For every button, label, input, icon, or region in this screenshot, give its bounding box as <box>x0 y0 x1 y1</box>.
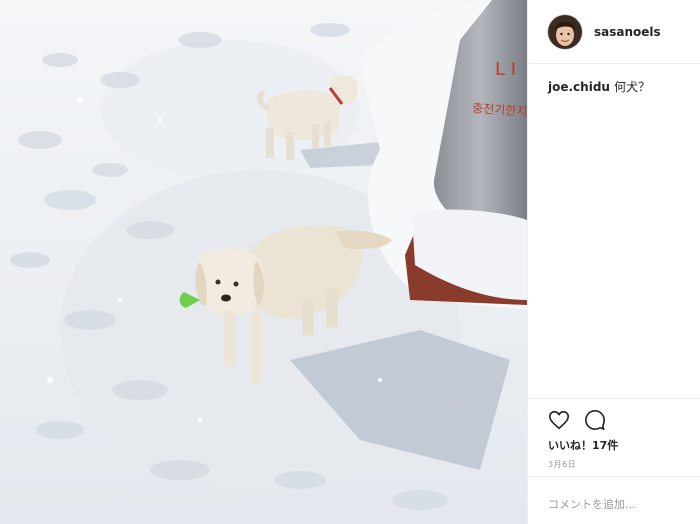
post-photo[interactable]: L I 충전기한지 <box>0 0 527 524</box>
snow-scene-image: L I 충전기한지 <box>0 0 527 524</box>
post-header: sasanoels <box>528 0 700 64</box>
post-side-panel: sasanoels joe.chidu 何犬？ いいね！17件 3月6日 <box>527 0 700 524</box>
avatar-image <box>548 14 582 49</box>
comment-username[interactable]: joe.chidu <box>548 80 610 94</box>
post-actions: いいね！17件 3月6日 <box>528 398 700 470</box>
comment-icon[interactable] <box>584 409 606 431</box>
comment-text: 何犬？ <box>613 80 650 94</box>
post-date: 3月6日 <box>548 460 577 469</box>
avatar[interactable] <box>548 14 582 49</box>
instagram-post: L I 충전기한지 sasanoels joe.chidu 何犬？ いいね！17… <box>0 0 700 524</box>
likes-count[interactable]: いいね！17件 <box>548 437 700 453</box>
post-author-username[interactable]: sasanoels <box>594 25 661 39</box>
sign-letters: L I <box>495 59 516 80</box>
heart-icon[interactable] <box>548 409 570 431</box>
comment: joe.chidu 何犬？ <box>528 64 700 96</box>
add-comment-input[interactable] <box>548 498 688 511</box>
add-comment-bar <box>528 476 700 524</box>
